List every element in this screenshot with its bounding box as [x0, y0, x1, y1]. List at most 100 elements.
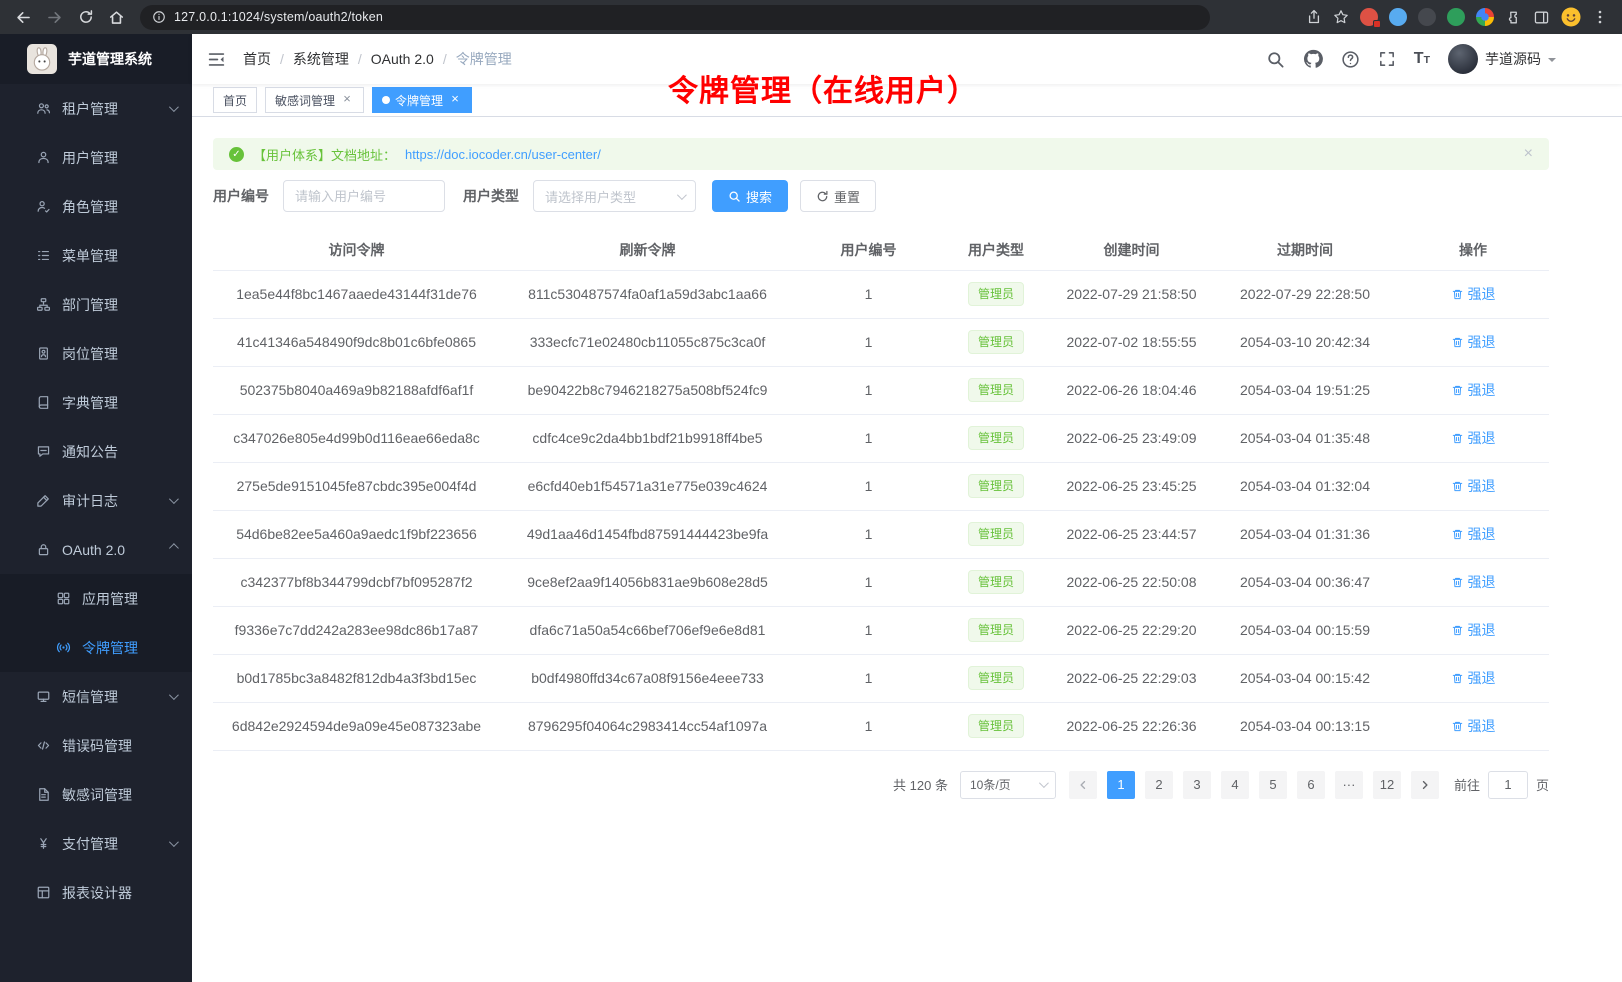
- sidebar-item-notice[interactable]: 通知公告: [0, 427, 192, 476]
- extensions-puzzle-icon[interactable]: [1505, 9, 1522, 26]
- user-id-input[interactable]: [283, 180, 445, 212]
- sidebar-item-error-code[interactable]: 错误码管理: [0, 721, 192, 770]
- breadcrumb-separator: /: [358, 51, 362, 67]
- table-row: f9336e7c7dd242a283ee98dc86b17a87dfa6c71a…: [213, 606, 1549, 654]
- goto-page-input[interactable]: [1488, 771, 1528, 799]
- browser-reload-button[interactable]: [72, 4, 99, 31]
- force-logout-button[interactable]: 强退: [1451, 572, 1496, 592]
- sidebar-item-oauth2[interactable]: OAuth 2.0: [0, 525, 192, 574]
- force-logout-button[interactable]: 强退: [1451, 428, 1496, 448]
- success-check-icon: ✓: [229, 147, 244, 162]
- page-size-select[interactable]: 10条/页: [960, 771, 1056, 799]
- expire-time-cell: 2054-03-04 00:15:59: [1213, 606, 1397, 654]
- more-pages-button[interactable]: ···: [1335, 771, 1363, 799]
- force-logout-button[interactable]: 强退: [1451, 476, 1496, 496]
- sidebar-item-user[interactable]: 用户管理: [0, 133, 192, 182]
- github-icon[interactable]: [1303, 49, 1323, 69]
- page-button-4[interactable]: 4: [1221, 771, 1249, 799]
- help-icon[interactable]: [1341, 50, 1360, 69]
- search-icon[interactable]: [1266, 50, 1285, 69]
- tab-oauth2-token[interactable]: 令牌管理 ×: [372, 87, 472, 113]
- user-type-select[interactable]: 请选择用户类型: [533, 180, 696, 212]
- sidebar-fold-icon[interactable]: [207, 50, 226, 69]
- browser-menu-icon[interactable]: [1592, 9, 1608, 25]
- tab-home[interactable]: 首页: [213, 87, 257, 113]
- refresh-token-cell: cdfc4ce9c2da4bb1bdf21b9918ff4be5: [500, 414, 795, 462]
- page-button-3[interactable]: 3: [1183, 771, 1211, 799]
- bookmark-star-icon[interactable]: [1333, 9, 1349, 25]
- sidebar-item-label: 应用管理: [82, 589, 138, 609]
- sidebar-item-role[interactable]: 角色管理: [0, 182, 192, 231]
- sidebar-item-audit-log[interactable]: 审计日志: [0, 476, 192, 525]
- sidebar-item-menu[interactable]: 菜单管理: [0, 231, 192, 280]
- force-logout-button[interactable]: 强退: [1451, 716, 1496, 736]
- breadcrumb-item[interactable]: OAuth 2.0: [371, 51, 434, 67]
- browser-profile-avatar[interactable]: [1561, 7, 1581, 27]
- sidebar-item-report-designer[interactable]: 报表设计器: [0, 868, 192, 917]
- font-size-icon[interactable]: TT: [1414, 51, 1430, 67]
- page-button-2[interactable]: 2: [1145, 771, 1173, 799]
- sidebar-item-dept[interactable]: 部门管理: [0, 280, 192, 329]
- create-time-cell: 2022-06-25 22:26:36: [1050, 702, 1213, 750]
- browser-actions: [1306, 7, 1612, 27]
- expire-time-cell: 2054-03-04 00:15:42: [1213, 654, 1397, 702]
- page-button-5[interactable]: 5: [1259, 771, 1287, 799]
- tab-sensitive-word[interactable]: 敏感词管理×: [265, 87, 364, 113]
- force-logout-button[interactable]: 强退: [1451, 284, 1496, 304]
- refresh-token-cell: 9ce8ef2aa9f14056b831ae9b608e28d5: [500, 558, 795, 606]
- share-icon[interactable]: [1306, 9, 1322, 25]
- browser-home-button[interactable]: [103, 4, 130, 31]
- page-button-12[interactable]: 12: [1373, 771, 1401, 799]
- fullscreen-icon[interactable]: [1378, 50, 1396, 68]
- force-logout-button[interactable]: 强退: [1451, 620, 1496, 640]
- sidebar-item-sms[interactable]: 短信管理: [0, 672, 192, 721]
- breadcrumb-item[interactable]: 系统管理: [293, 49, 349, 69]
- user-type-label: 用户类型: [463, 186, 519, 206]
- user-menu[interactable]: 芋道源码: [1448, 44, 1556, 74]
- site-info-icon[interactable]: [152, 10, 166, 24]
- yen-icon: [36, 836, 52, 851]
- sidebar-item-oauth2-token[interactable]: 令牌管理: [0, 623, 192, 672]
- breadcrumb-item[interactable]: 首页: [243, 49, 271, 69]
- refresh-token-cell: 8796295f04064c2983414cc54af1097a: [500, 702, 795, 750]
- sidebar-item-oauth2-application[interactable]: 应用管理: [0, 574, 192, 623]
- page-button-6[interactable]: 6: [1297, 771, 1325, 799]
- browser-forward-button[interactable]: [41, 4, 68, 31]
- sidebar-item-label: 租户管理: [62, 99, 118, 119]
- force-logout-button[interactable]: 强退: [1451, 524, 1496, 544]
- table-row: b0d1785bc3a8482f812db4a3f3bd15ecb0df4980…: [213, 654, 1549, 702]
- sidebar-item-post[interactable]: 岗位管理: [0, 329, 192, 378]
- app-icon: [56, 591, 72, 606]
- browser-back-button[interactable]: [10, 4, 37, 31]
- prev-page-button[interactable]: [1069, 771, 1097, 799]
- address-bar[interactable]: 127.0.0.1:1024/system/oauth2/token: [140, 5, 1210, 30]
- side-panel-icon[interactable]: [1533, 9, 1550, 26]
- doc-link[interactable]: https://doc.iocoder.cn/user-center/: [405, 147, 601, 162]
- page-button-1[interactable]: 1: [1107, 771, 1135, 799]
- breadcrumb-separator: /: [280, 51, 284, 67]
- extension-icon-green[interactable]: [1447, 8, 1465, 26]
- extension-icon-blue[interactable]: [1389, 8, 1407, 26]
- tab-label: 令牌管理: [395, 92, 443, 109]
- reset-button[interactable]: 重置: [800, 180, 876, 212]
- force-logout-button[interactable]: 强退: [1451, 668, 1496, 688]
- force-logout-button[interactable]: 强退: [1451, 332, 1496, 352]
- access-token-cell: c347026e805e4d99b0d116eae66eda8c: [213, 414, 500, 462]
- tab-close-icon[interactable]: ×: [448, 93, 462, 107]
- extension-icon-pinwheel[interactable]: [1476, 8, 1494, 26]
- sidebar-item-pay[interactable]: 支付管理: [0, 819, 192, 868]
- search-button[interactable]: 搜索: [712, 180, 788, 212]
- extension-icon-dark[interactable]: [1418, 8, 1436, 26]
- table-row: 1ea5e44f8bc1467aaede43144f31de76811c5304…: [213, 270, 1549, 318]
- sidebar-item-dict[interactable]: 字典管理: [0, 378, 192, 427]
- lock-icon: [36, 542, 52, 557]
- sidebar-item-sensitive-word[interactable]: 敏感词管理: [0, 770, 192, 819]
- next-page-button[interactable]: [1411, 771, 1439, 799]
- force-logout-button[interactable]: 强退: [1451, 380, 1496, 400]
- extension-icon-red[interactable]: [1360, 8, 1378, 26]
- column-header: 创建时间: [1050, 230, 1213, 270]
- alert-close-icon[interactable]: ×: [1524, 146, 1533, 162]
- tab-close-icon[interactable]: ×: [340, 93, 354, 107]
- sms-icon: [36, 689, 52, 704]
- sidebar-item-tenant[interactable]: 租户管理: [0, 84, 192, 133]
